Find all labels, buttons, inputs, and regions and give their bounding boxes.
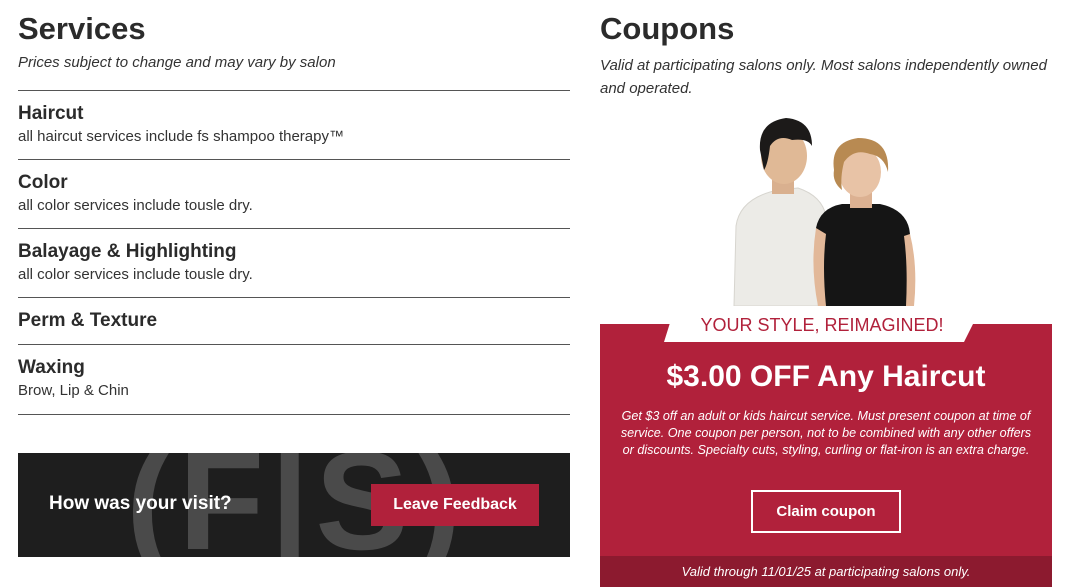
service-item-perm[interactable]: Perm & Texture xyxy=(18,298,570,345)
services-section: Services Prices subject to change and ma… xyxy=(18,10,570,415)
claim-coupon-button[interactable]: Claim coupon xyxy=(751,490,901,533)
service-name: Haircut xyxy=(18,103,84,124)
coupons-note: Valid at participating salons only. Most… xyxy=(600,57,1047,97)
service-item-balayage[interactable]: Balayage & Highlighting all color servic… xyxy=(18,229,570,298)
coupons-section: Coupons Valid at participating salons on… xyxy=(600,10,1052,100)
feedback-question: How was your visit? xyxy=(49,493,232,514)
coupon-terms: Get $3 off an adult or kids haircut serv… xyxy=(620,409,1032,457)
service-name: Perm & Texture xyxy=(18,310,158,331)
service-name: Balayage & Highlighting xyxy=(18,241,237,262)
services-title: Services xyxy=(18,11,146,46)
service-name: Waxing xyxy=(18,357,85,378)
service-desc: all color services include tousle dry. xyxy=(18,266,253,283)
service-item-haircut[interactable]: Haircut all haircut services include fs … xyxy=(18,91,570,160)
services-note: Prices subject to change and may vary by… xyxy=(18,54,336,71)
models-photo xyxy=(730,116,926,307)
coupon-validity: Valid through 11/01/25 at participating … xyxy=(600,556,1052,587)
service-desc: all color services include tousle dry. xyxy=(18,197,253,214)
service-item-waxing[interactable]: Waxing Brow, Lip & Chin xyxy=(18,345,570,415)
service-item-color[interactable]: Color all color services include tousle … xyxy=(18,160,570,229)
coupon-ribbon: YOUR STYLE, REIMAGINED! xyxy=(664,310,980,342)
service-desc: all haircut services include fs shampoo … xyxy=(18,128,344,145)
coupons-title: Coupons xyxy=(600,11,735,46)
feedback-banner: (F|S) How was your visit? Leave Feedback xyxy=(18,453,570,557)
leave-feedback-button[interactable]: Leave Feedback xyxy=(371,484,539,526)
coupon-offer-title: $3.00 OFF Any Haircut xyxy=(666,360,986,393)
services-list: Haircut all haircut services include fs … xyxy=(18,90,570,415)
service-name: Color xyxy=(18,172,68,193)
ribbon-text: YOUR STYLE, REIMAGINED! xyxy=(700,314,944,335)
service-desc: Brow, Lip & Chin xyxy=(18,382,129,399)
